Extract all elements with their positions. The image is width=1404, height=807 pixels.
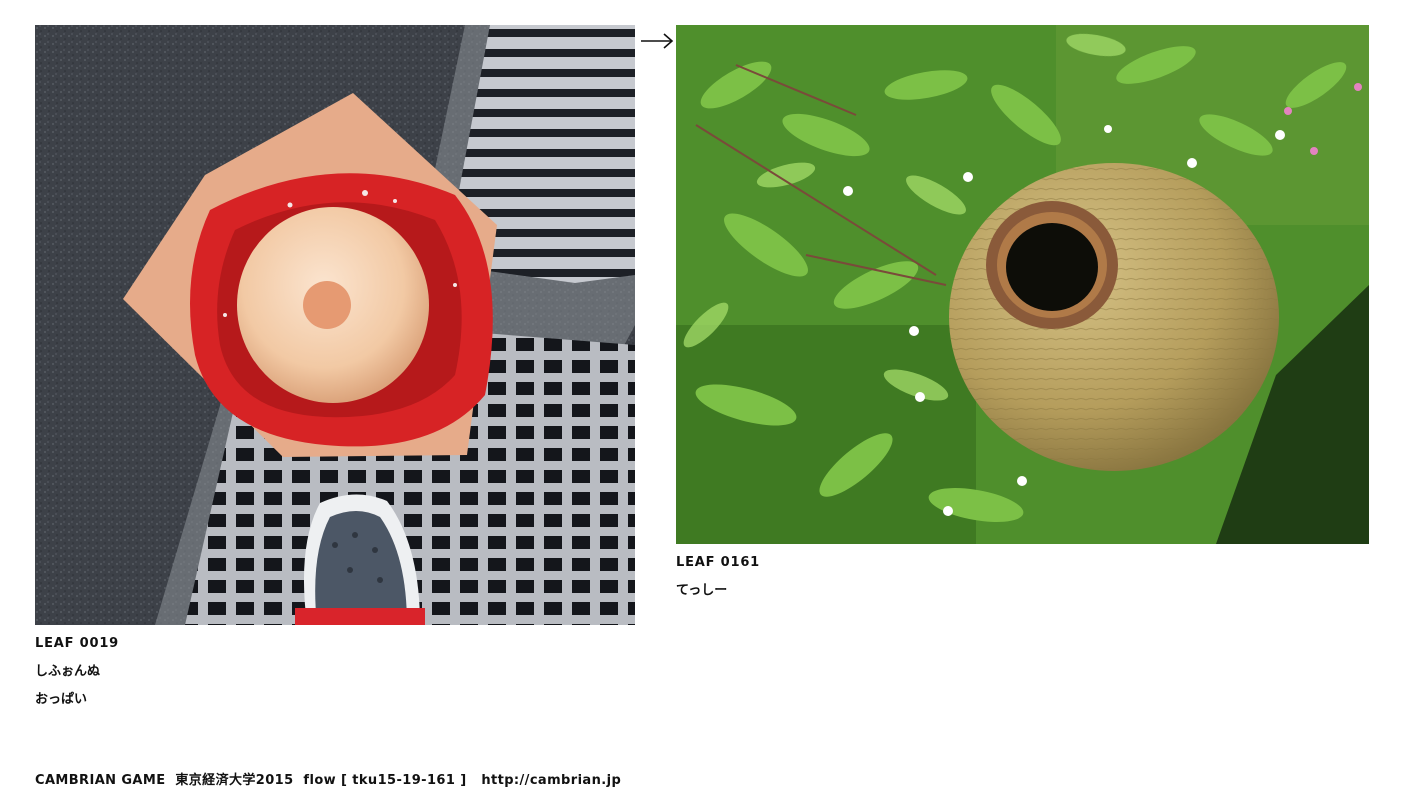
leaf-id[interactable]: LEAF 0019 [35,635,119,653]
cone-photo-illustration [35,25,635,625]
leaf-0161-photo[interactable] [676,25,1369,544]
leaf-0161-caption: LEAF 0161 てっしー [676,554,760,610]
footer: CAMBRIAN GAME 東京経済大学2015 flow [ tku15-19… [35,772,621,790]
leaf-0019-photo[interactable] [35,25,635,625]
pot-photo-illustration [676,25,1369,544]
footer-project[interactable]: CAMBRIAN GAME [35,773,166,788]
footer-flow: flow [ tku15-19-161 ] [303,773,467,788]
leaf-name[interactable]: おっぱい [35,691,119,709]
footer-school: 東京経済大学2015 [175,773,294,788]
leaf-id[interactable]: LEAF 0161 [676,554,760,572]
leaf-0019-caption: LEAF 0019 しふぉんぬ おっぱい [35,635,119,719]
footer-url-link[interactable]: http://cambrian.jp [481,773,621,788]
leaf-name[interactable]: てっしー [676,582,760,600]
leaf-name[interactable]: しふぉんぬ [35,663,119,681]
flow-arrow-icon [639,29,675,53]
